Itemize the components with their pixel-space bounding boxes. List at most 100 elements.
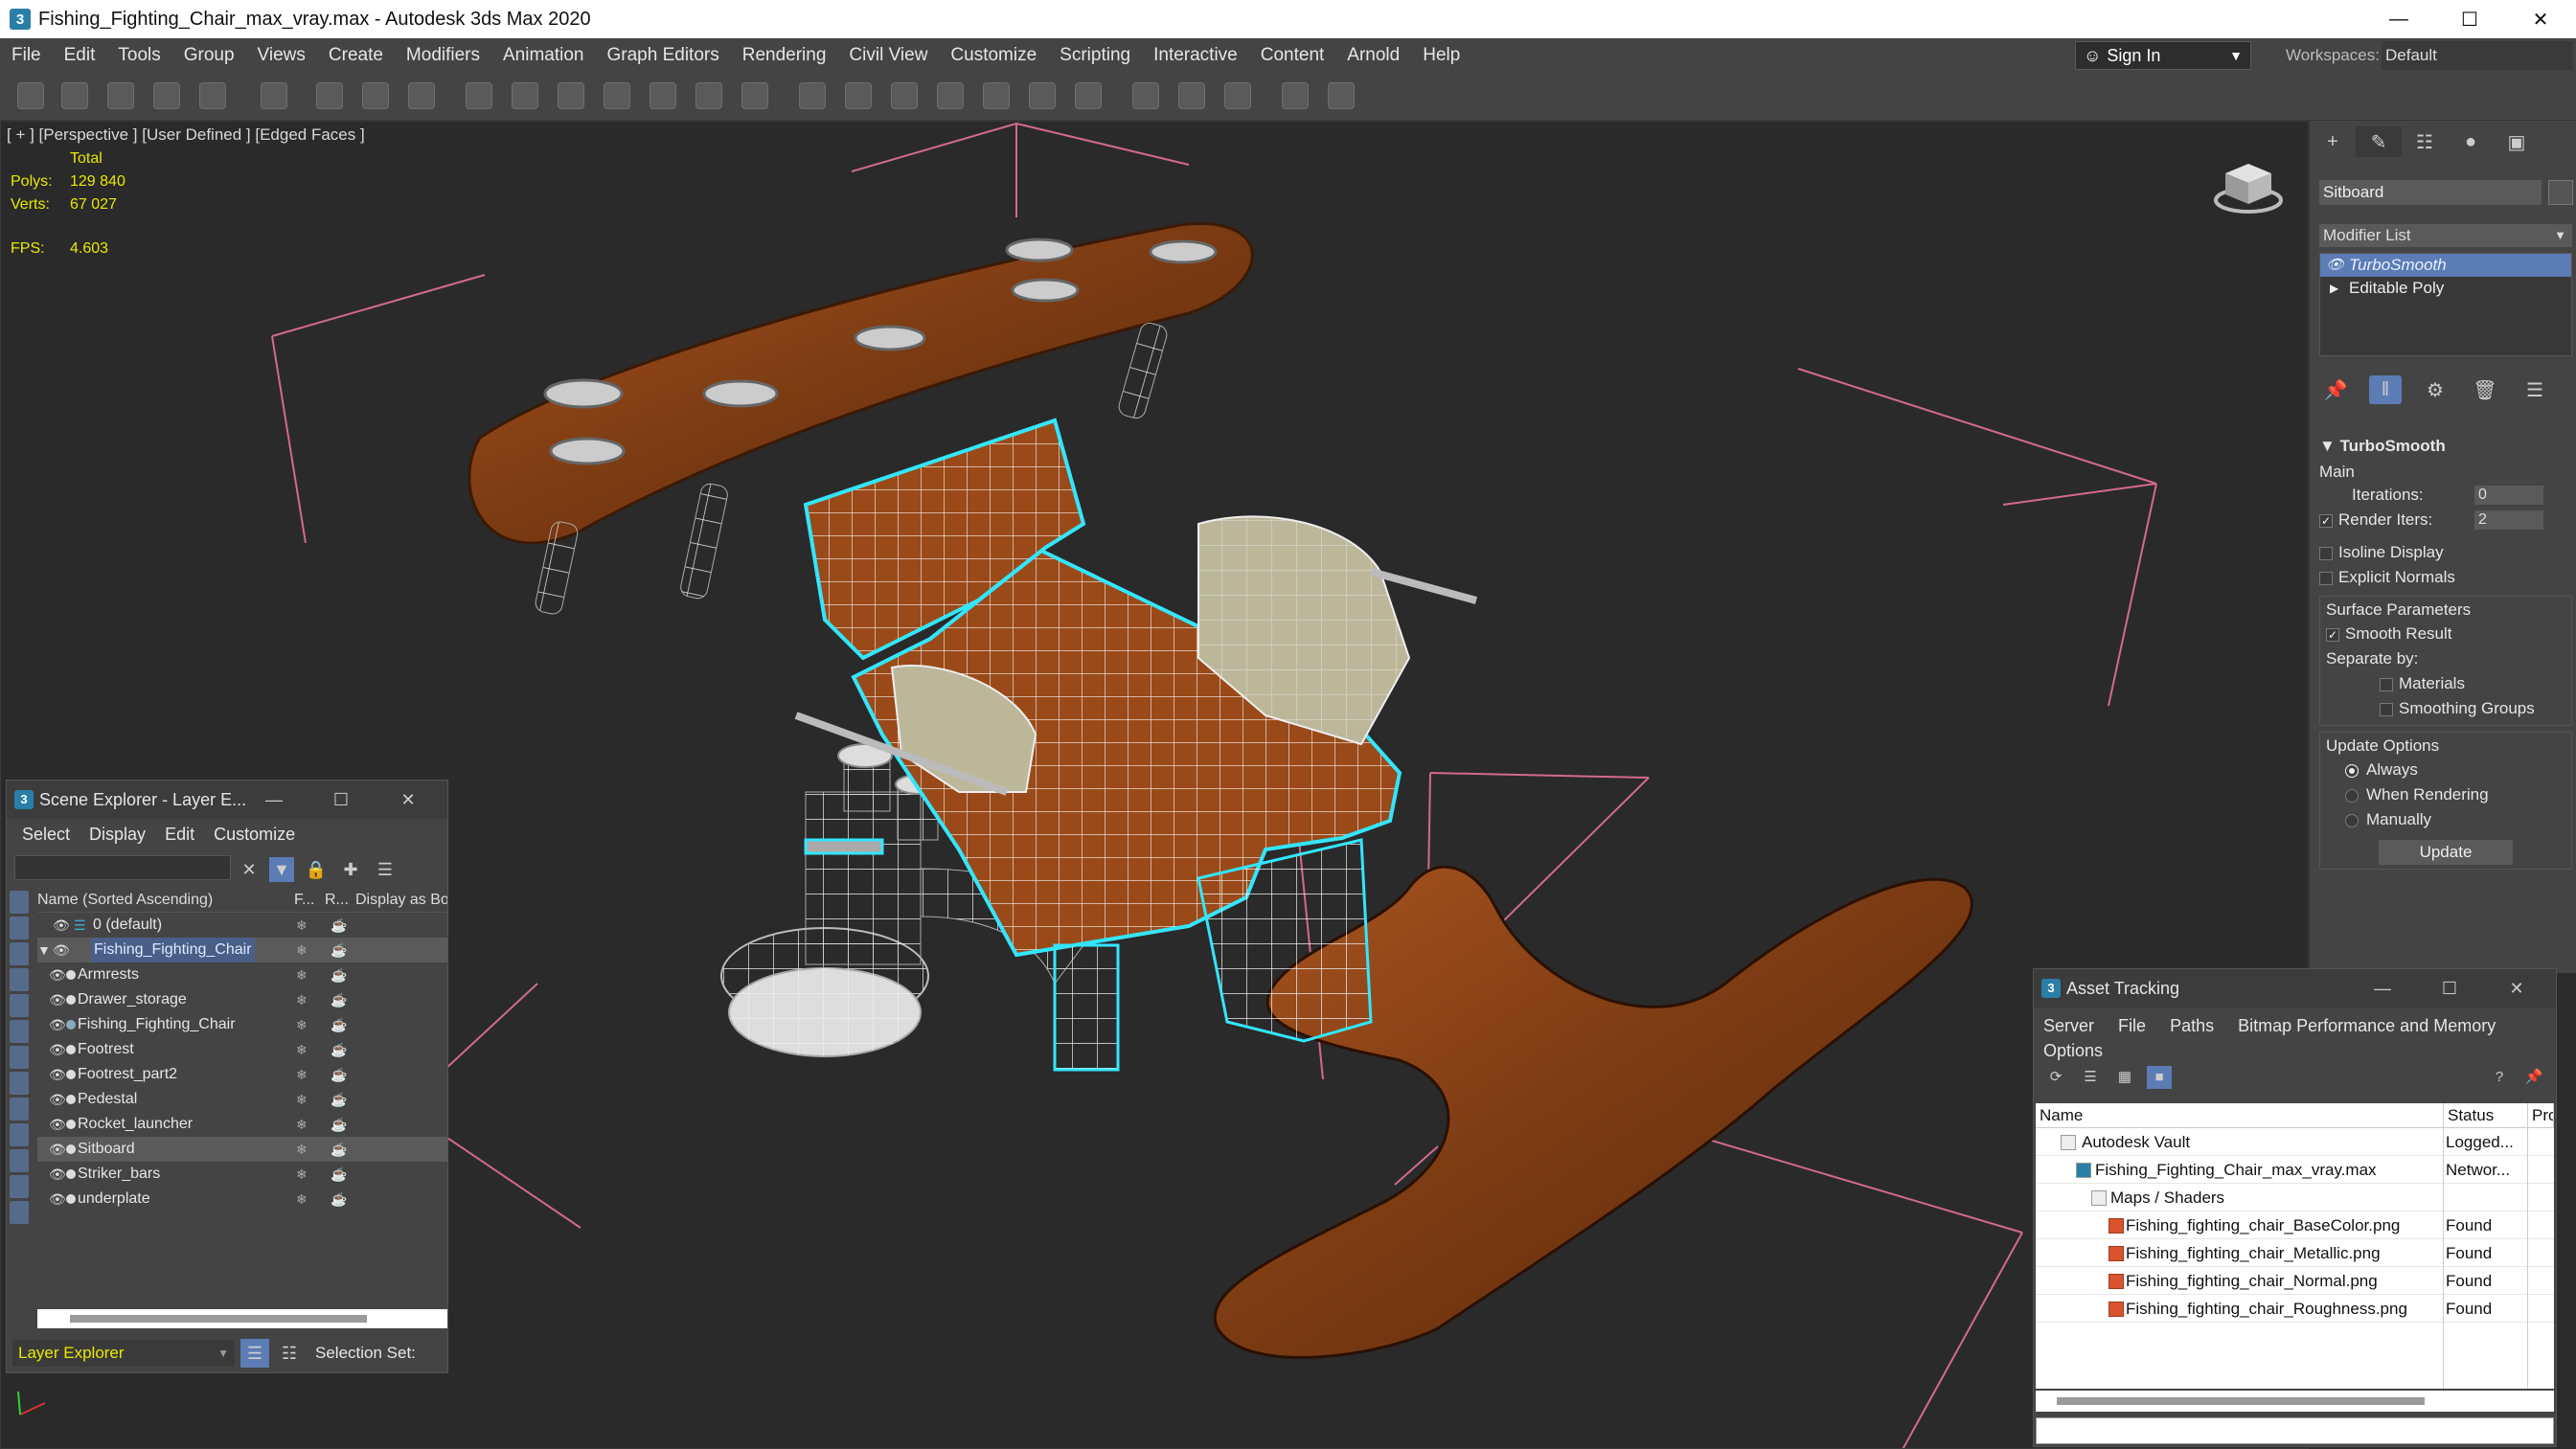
- hierarchy-tab-icon[interactable]: ☷: [2402, 126, 2448, 157]
- layer-row-fishing-fighting-chair[interactable]: ▼ 👁 Fishing_Fighting_Chair ❄ ☕: [37, 938, 447, 962]
- pin-stack-icon[interactable]: 📌: [2319, 375, 2352, 404]
- render-production-icon[interactable]: [1224, 82, 1251, 109]
- eye-icon[interactable]: 👁: [53, 913, 70, 938]
- asset-row[interactable]: Fishing_Fighting_Chair_max_vray.max Netw…: [2036, 1156, 2554, 1184]
- asset-row[interactable]: Fishing_fighting_chair_BaseColor.png Fou…: [2036, 1211, 2554, 1239]
- object-row[interactable]: 👁 Striker_bars ❄ ☕: [37, 1162, 447, 1187]
- minimize-icon[interactable]: —: [240, 781, 308, 819]
- isoline-checkbox[interactable]: [2319, 546, 2333, 560]
- close-icon[interactable]: ✕: [2505, 0, 2576, 38]
- refresh-icon[interactable]: ⟳: [2043, 1066, 2068, 1089]
- render-teapot-icon[interactable]: ☕: [331, 1012, 347, 1037]
- object-row[interactable]: 👁 Footrest_part2 ❄ ☕: [37, 1062, 447, 1087]
- column-status[interactable]: Status: [2444, 1103, 2528, 1127]
- close-icon[interactable]: ✕: [2483, 969, 2550, 1008]
- detail-view-icon[interactable]: ■: [2147, 1066, 2172, 1089]
- freeze-icon[interactable]: ❄: [296, 987, 308, 1012]
- scrollbar-thumb[interactable]: [2057, 1397, 2425, 1405]
- se-menu-display[interactable]: Display: [81, 825, 157, 845]
- expand-arrow-icon[interactable]: ▼: [37, 938, 51, 962]
- se-menu-customize[interactable]: Customize: [206, 825, 307, 845]
- eye-icon[interactable]: 👁: [49, 1087, 66, 1112]
- menu-civil-view[interactable]: Civil View: [837, 38, 939, 73]
- at-menu-bitmap-performance[interactable]: Bitmap Performance and Memory: [2238, 1016, 2496, 1035]
- smoothing-groups-checkbox[interactable]: [2380, 702, 2393, 716]
- explicit-normals-checkbox[interactable]: [2319, 571, 2333, 585]
- column-proxy[interactable]: Pro: [2528, 1103, 2554, 1127]
- material-editor-icon[interactable]: [1075, 82, 1102, 109]
- object-row[interactable]: 👁 Footrest ❄ ☕: [37, 1037, 447, 1062]
- rollout-title[interactable]: ▼ TurboSmooth: [2319, 437, 2572, 462]
- column-name[interactable]: Name (Sorted Ascending): [37, 888, 294, 912]
- column-display-as-box[interactable]: Display as Bo: [355, 888, 447, 912]
- eye-icon[interactable]: 👁: [49, 1187, 66, 1211]
- scene-explorer-icon[interactable]: [1282, 82, 1309, 109]
- make-unique-icon[interactable]: ⚙: [2419, 375, 2451, 404]
- object-row[interactable]: 👁 Pedestal ❄ ☕: [37, 1087, 447, 1112]
- eye-icon[interactable]: 👁: [49, 1062, 66, 1087]
- filter-hidden-icon[interactable]: [10, 1175, 29, 1198]
- placement-icon[interactable]: [604, 82, 630, 109]
- freeze-icon[interactable]: ❄: [296, 1162, 308, 1187]
- freeze-icon[interactable]: ❄: [296, 1037, 308, 1062]
- select-object-icon[interactable]: [316, 82, 343, 109]
- always-radio[interactable]: [2345, 763, 2359, 778]
- eye-icon[interactable]: 👁: [53, 938, 70, 962]
- hierarchy-toggle-icon[interactable]: ☷: [275, 1339, 304, 1368]
- asset-tracking-titlebar[interactable]: 3 Asset Tracking — ☐ ✕: [2034, 969, 2556, 1008]
- menu-modifiers[interactable]: Modifiers: [395, 38, 491, 73]
- se-menu-select[interactable]: Select: [14, 825, 81, 845]
- eye-icon[interactable]: 👁: [49, 962, 66, 987]
- se-menu-edit[interactable]: Edit: [157, 825, 206, 845]
- stack-item-editable-poly[interactable]: ▶ Editable Poly: [2320, 277, 2571, 300]
- help-icon[interactable]: [1328, 82, 1355, 109]
- render-teapot-icon[interactable]: ☕: [331, 1037, 347, 1062]
- select-filter-icon[interactable]: [261, 82, 287, 109]
- object-color-swatch[interactable]: [2548, 180, 2573, 205]
- horizontal-scrollbar[interactable]: [37, 1309, 447, 1328]
- filter-geometry-icon[interactable]: [10, 891, 29, 914]
- eye-icon[interactable]: 👁: [49, 1162, 66, 1187]
- freeze-icon[interactable]: ❄: [296, 1187, 308, 1211]
- column-frozen[interactable]: F...: [294, 888, 325, 912]
- at-menu-paths[interactable]: Paths: [2170, 1016, 2214, 1035]
- object-row[interactable]: 👁 Armrests ❄ ☕: [37, 962, 447, 987]
- move-icon[interactable]: [466, 82, 492, 109]
- freeze-icon[interactable]: ❄: [296, 1062, 308, 1087]
- redo-icon[interactable]: [61, 82, 88, 109]
- menu-interactive[interactable]: Interactive: [1142, 38, 1249, 73]
- filter-containers-icon[interactable]: [10, 1123, 29, 1146]
- render-teapot-icon[interactable]: ☕: [331, 938, 347, 962]
- object-name-field[interactable]: Sitboard: [2319, 180, 2542, 205]
- render-teapot-icon[interactable]: ☕: [331, 1112, 347, 1137]
- unlink-icon[interactable]: [153, 82, 180, 109]
- object-row[interactable]: 👁 Fishing_Fighting_Chair ❄ ☕: [37, 1012, 447, 1037]
- filter-helpers-icon[interactable]: [10, 994, 29, 1017]
- update-button[interactable]: Update: [2379, 840, 2513, 865]
- filter-frozen-icon[interactable]: [10, 1149, 29, 1172]
- table-view-icon[interactable]: ▦: [2112, 1066, 2137, 1089]
- scale-icon[interactable]: [558, 82, 584, 109]
- viewport-label[interactable]: [ + ] [Perspective ] [User Defined ] [Ed…: [7, 125, 365, 145]
- menu-views[interactable]: Views: [246, 38, 317, 73]
- selection-region-icon[interactable]: [408, 82, 435, 109]
- filter-bones-icon[interactable]: [10, 1098, 29, 1121]
- object-row[interactable]: 👁 Drawer_storage ❄ ☕: [37, 987, 447, 1012]
- menu-group[interactable]: Group: [172, 38, 246, 73]
- layer-manager-icon[interactable]: [891, 82, 918, 109]
- angle-snap-icon[interactable]: [695, 82, 722, 109]
- filter-cameras-icon[interactable]: [10, 968, 29, 991]
- filter-all-icon[interactable]: [10, 1201, 29, 1224]
- new-layer-icon[interactable]: ✚: [338, 857, 363, 882]
- select-by-name-icon[interactable]: [362, 82, 389, 109]
- object-row[interactable]: 👁 Rocket_launcher ❄ ☕: [37, 1112, 447, 1137]
- percent-snap-icon[interactable]: [741, 82, 768, 109]
- iterations-spinner[interactable]: 0: [2474, 486, 2543, 505]
- eye-icon[interactable]: 👁: [49, 1037, 66, 1062]
- align-icon[interactable]: [845, 82, 872, 109]
- show-end-result-icon[interactable]: ‖: [2369, 375, 2402, 404]
- rendered-frame-icon[interactable]: [1178, 82, 1205, 109]
- bind-spacewarp-icon[interactable]: [199, 82, 226, 109]
- layers-toggle-icon[interactable]: ☰: [240, 1339, 269, 1368]
- undo-icon[interactable]: [17, 82, 44, 109]
